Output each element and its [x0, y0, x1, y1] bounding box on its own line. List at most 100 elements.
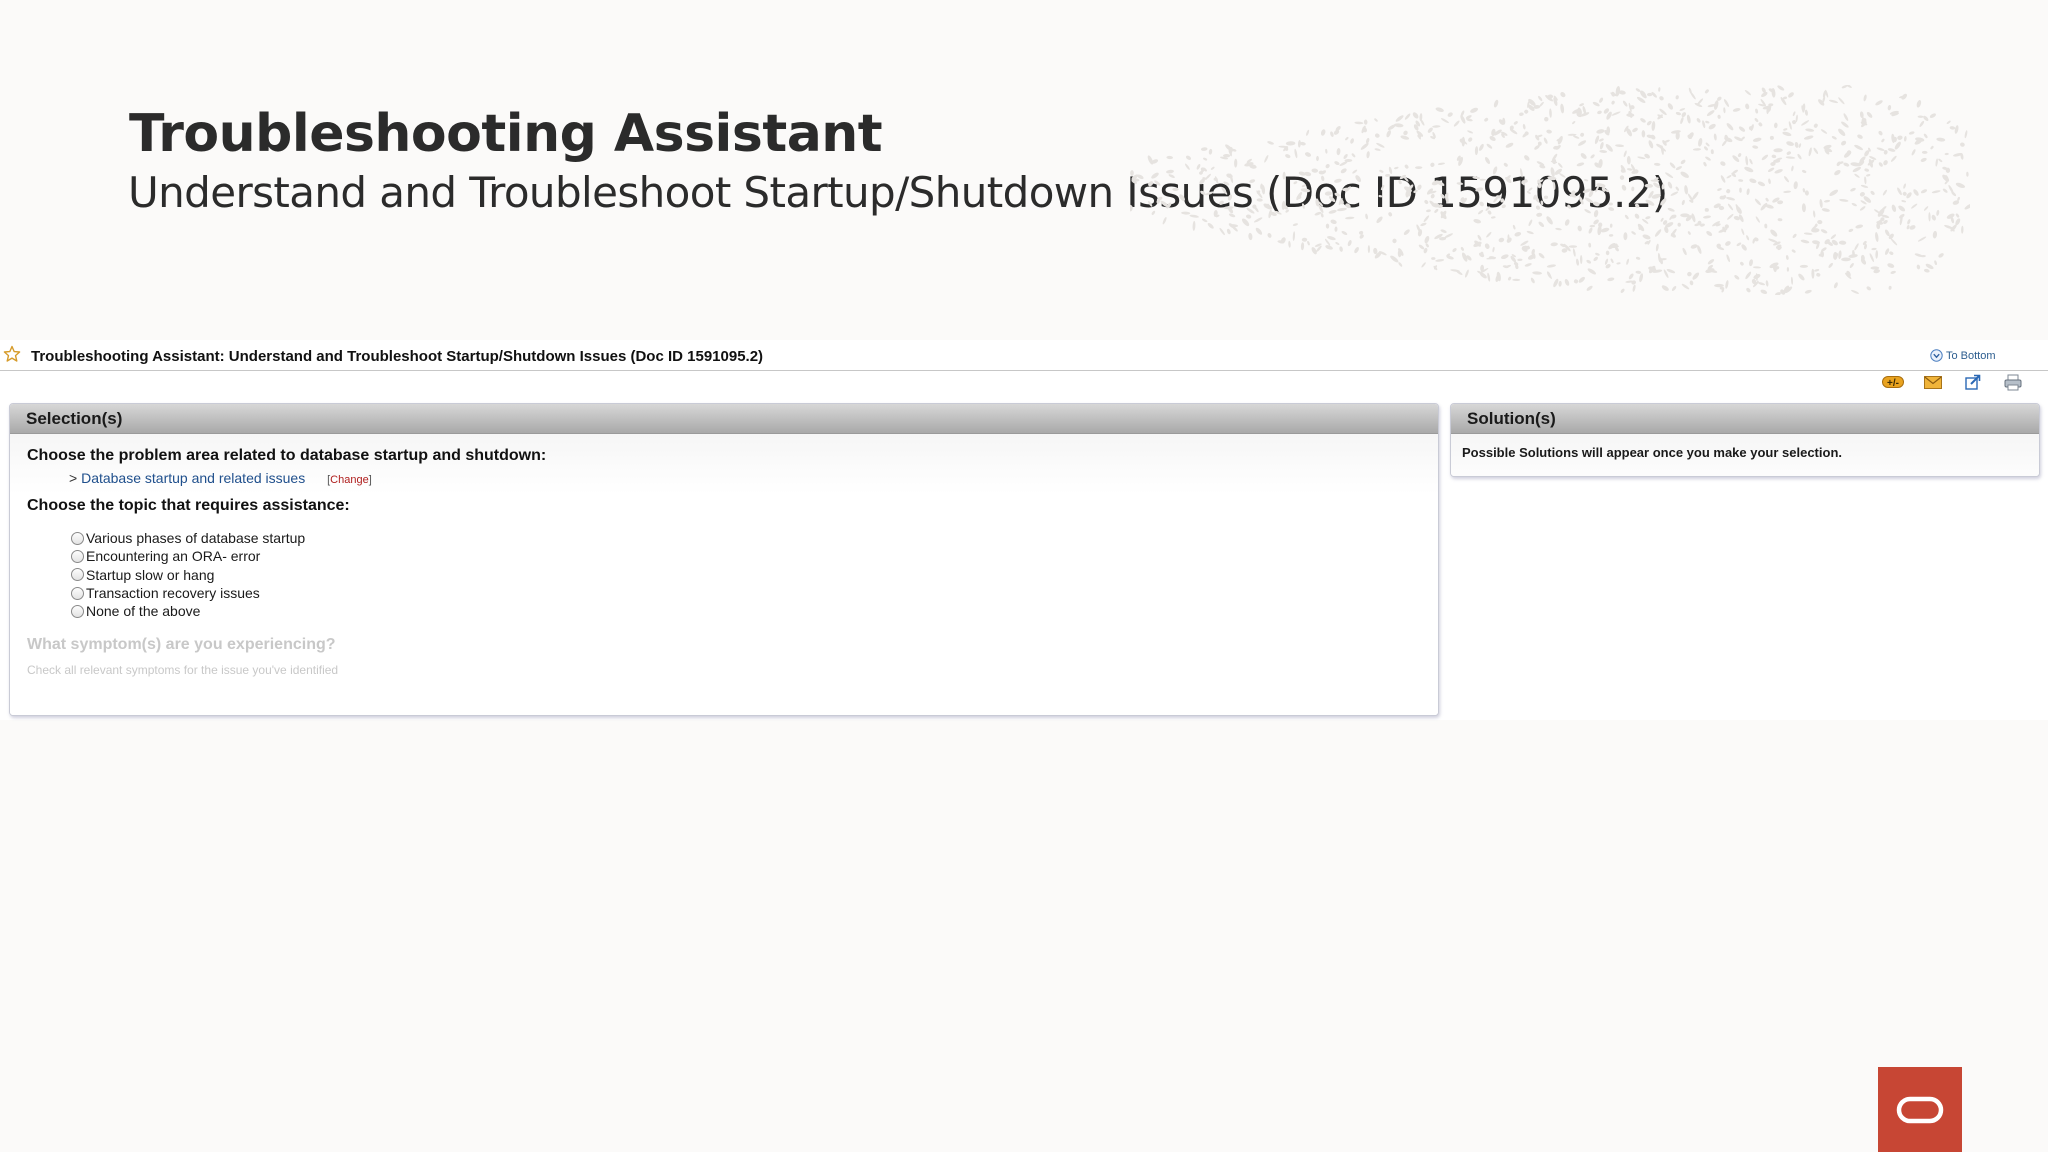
pattern-dot [1365, 213, 1368, 220]
pattern-dot [1934, 260, 1937, 266]
pattern-dot [1794, 141, 1799, 148]
pattern-dot [1453, 120, 1460, 127]
pattern-dot [1392, 238, 1397, 244]
radio-button[interactable] [71, 568, 84, 582]
add-to-favorites-button[interactable]: +/- [1882, 373, 1904, 391]
pattern-dot [1661, 183, 1665, 190]
pattern-dot [1151, 172, 1159, 179]
pattern-dot [1522, 123, 1526, 130]
pattern-dot [1773, 122, 1778, 129]
pattern-dot [1546, 129, 1552, 134]
pattern-dot [1757, 282, 1766, 286]
pattern-dot [1374, 133, 1380, 138]
document-title-bar: Troubleshooting Assistant: Understand an… [0, 340, 2048, 371]
pattern-dot [1578, 195, 1584, 205]
pattern-dot [1487, 210, 1492, 215]
pattern-dot [1741, 228, 1745, 236]
pattern-dot [1782, 131, 1792, 137]
pattern-dot [1325, 223, 1330, 229]
pattern-dot [1615, 144, 1625, 148]
pattern-dot [1936, 209, 1940, 216]
pattern-dot [1467, 130, 1474, 134]
pattern-dot [1949, 126, 1956, 130]
radio-button[interactable] [71, 604, 84, 618]
pattern-dot [1783, 176, 1790, 183]
radio-button[interactable] [71, 531, 84, 545]
pattern-dot [1821, 208, 1830, 212]
pattern-dot [1920, 157, 1927, 162]
favorite-star-icon[interactable] [3, 345, 21, 363]
radio-button[interactable] [71, 549, 84, 563]
pattern-dot [1705, 142, 1710, 147]
topic-option-startup-phases[interactable]: Various phases of database startup [71, 529, 305, 547]
radio-button[interactable] [71, 586, 84, 600]
pattern-dot [1395, 115, 1404, 122]
pattern-dot [1514, 231, 1522, 237]
pattern-dot [1567, 204, 1572, 209]
pattern-dot [1906, 192, 1912, 199]
pattern-dot [1790, 276, 1794, 285]
pattern-dot [1200, 147, 1208, 151]
pattern-dot [1501, 204, 1506, 209]
pattern-dot [1267, 232, 1272, 238]
pattern-dot [1484, 117, 1489, 122]
pattern-dot [1546, 264, 1556, 268]
pattern-dot [1661, 285, 1669, 291]
pattern-dot [1755, 108, 1759, 114]
pattern-dot [1403, 130, 1408, 136]
pattern-dot [1363, 119, 1368, 125]
pattern-dot [1168, 174, 1175, 179]
pattern-dot [1610, 258, 1614, 264]
pattern-dot [1221, 186, 1228, 195]
pattern-dot [1354, 247, 1359, 254]
pattern-dot [1808, 147, 1812, 157]
pattern-dot [1398, 262, 1403, 267]
topic-option-none[interactable]: None of the above [71, 602, 305, 620]
pattern-dot [1219, 200, 1224, 205]
pattern-dot [1792, 111, 1796, 117]
change-link[interactable]: Change [330, 474, 369, 486]
to-bottom-link[interactable]: To Bottom [1930, 349, 1996, 362]
pattern-dot [1793, 181, 1798, 190]
topic-option-startup-slow[interactable]: Startup slow or hang [71, 566, 305, 584]
pattern-dot [1593, 209, 1599, 218]
pattern-dot [1890, 238, 1898, 246]
pattern-dot [1479, 201, 1484, 207]
pattern-dot [1385, 173, 1391, 177]
pattern-dot [1540, 200, 1544, 206]
pattern-dot [1536, 212, 1543, 217]
pattern-dot [1420, 222, 1427, 227]
pattern-dot [1671, 286, 1677, 291]
pattern-dot [1726, 196, 1735, 201]
pattern-dot [1474, 146, 1479, 156]
solutions-panel: Solution(s) Possible Solutions will appe… [1450, 403, 2040, 477]
pattern-dot [1256, 198, 1263, 202]
pattern-dot [1154, 180, 1161, 186]
pattern-dot [1185, 155, 1192, 160]
topic-option-transaction-recovery[interactable]: Transaction recovery issues [71, 584, 305, 602]
pattern-dot [1324, 191, 1332, 196]
pattern-dot [1653, 182, 1661, 189]
solutions-header: Solution(s) [1451, 404, 2039, 434]
pattern-dot [1421, 262, 1426, 268]
pattern-dot [1435, 107, 1444, 112]
to-bottom-label[interactable]: To Bottom [1946, 350, 1996, 362]
print-button[interactable] [2002, 373, 2024, 391]
pattern-dot [1901, 200, 1907, 203]
pattern-dot [1292, 223, 1299, 226]
pattern-dot [1492, 246, 1495, 253]
selected-problem-area-link[interactable]: Database startup and related issues [81, 470, 305, 486]
open-new-window-button[interactable] [1962, 373, 1984, 391]
pattern-dot [1855, 224, 1864, 229]
pattern-dot [1946, 120, 1951, 124]
pattern-dot [1208, 148, 1213, 155]
pattern-dot [1871, 247, 1877, 251]
pattern-dot [1921, 150, 1928, 154]
pattern-dot [1520, 168, 1523, 178]
pattern-dot [1588, 242, 1592, 248]
pattern-dot [1300, 188, 1311, 193]
pattern-dot [1530, 277, 1535, 284]
topic-option-ora-error[interactable]: Encountering an ORA- error [71, 547, 305, 565]
pattern-dot [1792, 233, 1797, 239]
email-button[interactable] [1922, 373, 1944, 391]
